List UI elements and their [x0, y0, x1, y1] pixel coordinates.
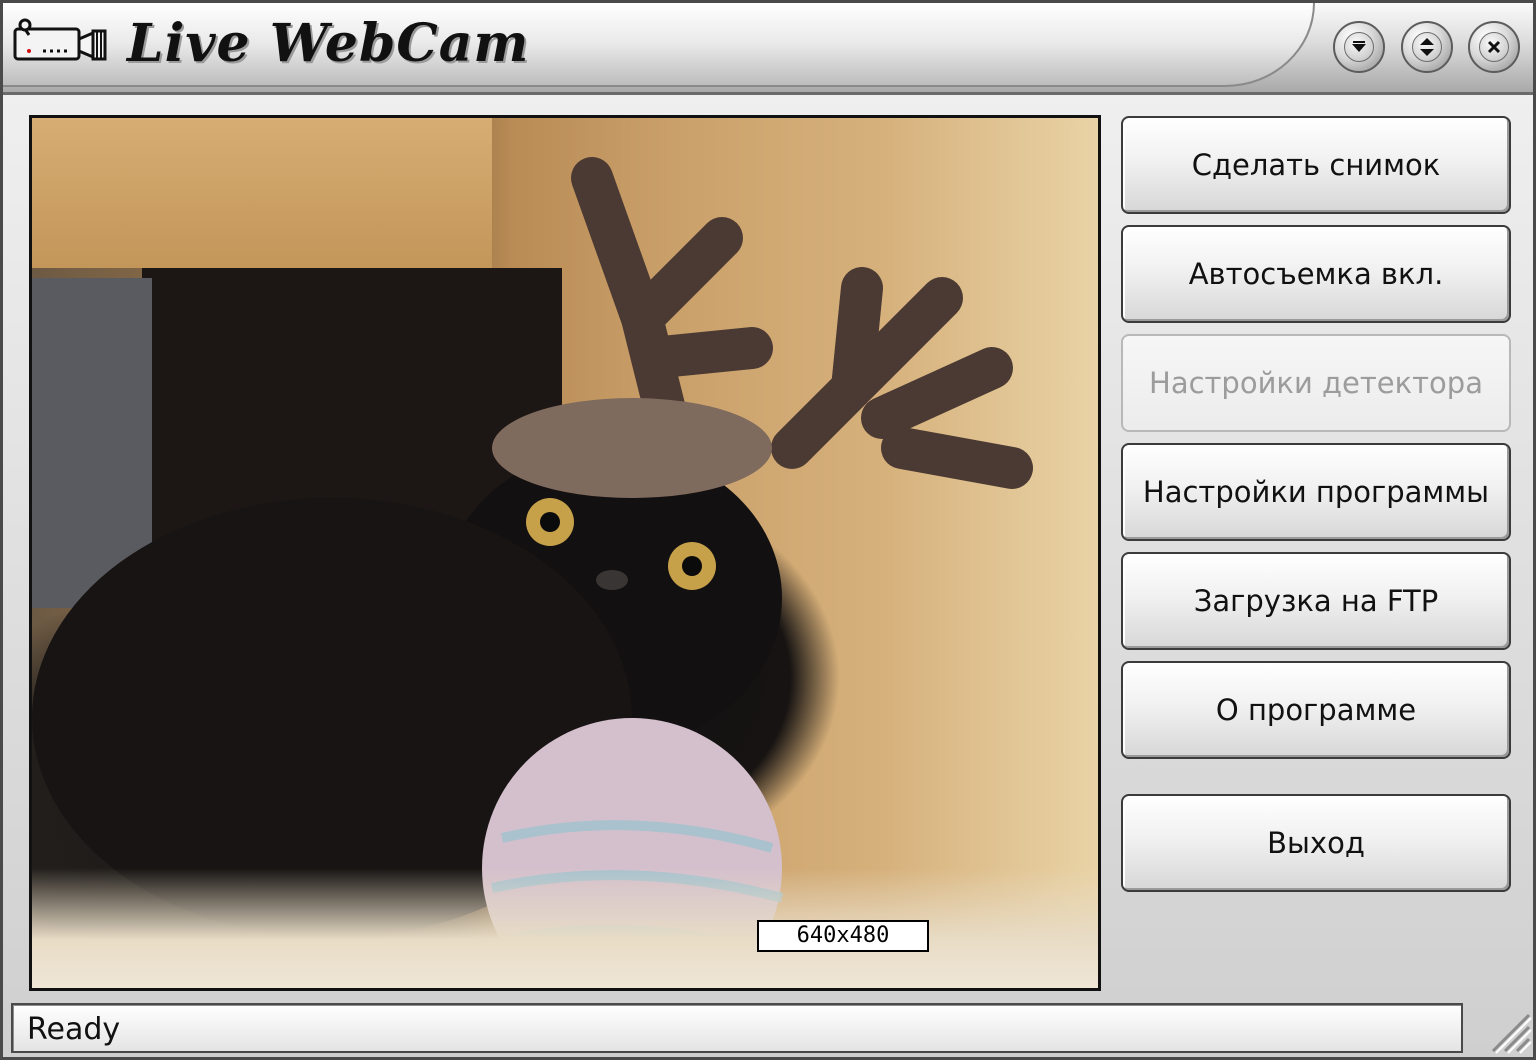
app-window: Live WebCam 640x480 Сделать снимок Автос… — [0, 0, 1536, 1060]
resolution-label: 640x480 — [757, 920, 929, 952]
close-button[interactable] — [1468, 21, 1520, 73]
take-snapshot-button[interactable]: Сделать снимок — [1121, 116, 1511, 214]
app-title: Live WebCam — [127, 13, 530, 74]
title-bar[interactable]: Live WebCam — [3, 3, 1533, 95]
exit-button[interactable]: Выход — [1121, 794, 1511, 892]
webcam-preview: 640x480 — [29, 115, 1101, 991]
auto-capture-button[interactable]: Автосъемка вкл. — [1121, 225, 1511, 323]
webcam-image — [32, 157, 1033, 988]
close-icon — [1479, 32, 1509, 62]
status-bar: Ready — [11, 1003, 1463, 1053]
up-down-arrows-icon — [1412, 32, 1442, 62]
ftp-upload-button[interactable]: Загрузка на FTP — [1121, 552, 1511, 650]
program-settings-button[interactable]: Настройки программы — [1121, 443, 1511, 541]
resize-grip-icon[interactable] — [1479, 1001, 1533, 1055]
minimize-button[interactable] — [1333, 21, 1385, 73]
chevron-down-icon — [1344, 32, 1374, 62]
preview-floor — [32, 868, 1098, 988]
video-camera-icon — [13, 17, 109, 65]
about-button[interactable]: О программе — [1121, 661, 1511, 759]
status-text: Ready — [27, 1012, 121, 1047]
maximize-button[interactable] — [1401, 21, 1453, 73]
detector-settings-button[interactable]: Настройки детектора — [1121, 334, 1511, 432]
